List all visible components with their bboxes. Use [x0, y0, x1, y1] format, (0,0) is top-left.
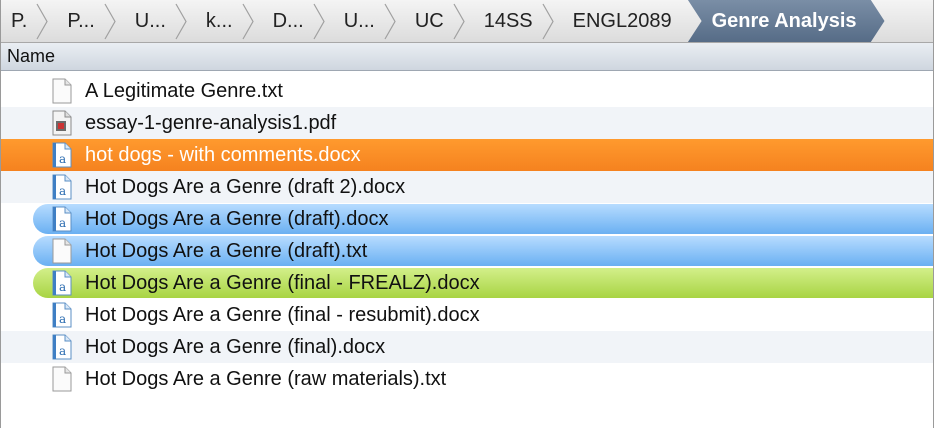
chevron-right-icon [35, 0, 49, 42]
file-name: Hot Dogs Are a Genre (raw materials).txt [85, 367, 447, 390]
file-name: Hot Dogs Are a Genre (draft).docx [85, 207, 389, 230]
file-row[interactable]: Hot Dogs Are a Genre (draft).txt [1, 235, 933, 267]
file-row-selected[interactable]: a hot dogs - with comments.docx [1, 139, 933, 171]
word-document-icon: a [51, 142, 73, 168]
breadcrumb-item-8[interactable]: ENGL2089 [563, 0, 702, 42]
word-document-icon: a [51, 270, 73, 296]
file-row[interactable]: essay-1-genre-analysis1.pdf [1, 107, 933, 139]
file-row[interactable]: a Hot Dogs Are a Genre (final - resubmit… [1, 299, 933, 331]
svg-text:a: a [59, 344, 66, 358]
file-row[interactable]: Hot Dogs Are a Genre (raw materials).txt [1, 363, 933, 395]
breadcrumb-label: ENGL2089 [572, 9, 672, 32]
file-name: Hot Dogs Are a Genre (final - FREALZ).do… [85, 271, 480, 294]
svg-text:a: a [59, 152, 66, 166]
chevron-right-icon [680, 0, 694, 42]
chevron-right-icon [312, 0, 326, 42]
breadcrumb-item-5[interactable]: U... [334, 0, 405, 42]
breadcrumb-label: k... [205, 9, 233, 32]
file-row[interactable]: a Hot Dogs Are a Genre (draft).docx [1, 203, 933, 235]
chevron-right-icon [541, 0, 555, 42]
path-bar: P. P... U... k... D... U... UC 14SS ENGL… [1, 0, 933, 43]
breadcrumb-label: 14SS [483, 9, 533, 32]
column-header-name[interactable]: Name [1, 43, 933, 71]
breadcrumb-item-7[interactable]: 14SS [474, 0, 563, 42]
breadcrumb-item-2[interactable]: U... [125, 0, 196, 42]
breadcrumb-item-0[interactable]: P. [1, 0, 57, 42]
chevron-right-icon [174, 0, 188, 42]
breadcrumb-label: P... [67, 9, 95, 32]
pdf-file-icon [51, 110, 73, 136]
file-name: A Legitimate Genre.txt [85, 79, 283, 102]
breadcrumb-item-6[interactable]: UC [405, 0, 474, 42]
text-file-icon [51, 78, 73, 104]
word-document-icon: a [51, 334, 73, 360]
breadcrumb-label: UC [414, 9, 444, 32]
file-row[interactable]: a Hot Dogs Are a Genre (final - FREALZ).… [1, 267, 933, 299]
breadcrumb-label: D... [272, 9, 304, 32]
breadcrumb-current-label: Genre Analysis [711, 9, 857, 32]
file-row[interactable]: a Hot Dogs Are a Genre (draft 2).docx [1, 171, 933, 203]
file-name: Hot Dogs Are a Genre (final - resubmit).… [85, 303, 480, 326]
chevron-right-icon [103, 0, 117, 42]
file-row[interactable]: A Legitimate Genre.txt [1, 75, 933, 107]
breadcrumb-label: P. [11, 9, 28, 32]
breadcrumb-label: U... [343, 9, 375, 32]
svg-text:a: a [59, 216, 66, 230]
text-file-icon [51, 366, 73, 392]
file-name: Hot Dogs Are a Genre (final).docx [85, 335, 386, 358]
svg-text:a: a [59, 184, 66, 198]
finder-window: P. P... U... k... D... U... UC 14SS ENGL… [0, 0, 934, 428]
text-file-icon [51, 238, 73, 264]
svg-text:a: a [59, 280, 66, 294]
breadcrumb-current[interactable]: Genre Analysis [688, 0, 885, 43]
file-name: essay-1-genre-analysis1.pdf [85, 111, 337, 134]
chevron-right-icon [241, 0, 255, 42]
breadcrumb-item-3[interactable]: k... [196, 0, 263, 42]
breadcrumb-item-1[interactable]: P... [57, 0, 124, 42]
word-document-icon: a [51, 174, 73, 200]
file-list: A Legitimate Genre.txt essay-1-genre-ana… [1, 75, 933, 395]
file-name: hot dogs - with comments.docx [85, 143, 361, 166]
breadcrumb-label: U... [134, 9, 166, 32]
file-name: Hot Dogs Are a Genre (draft).txt [85, 239, 368, 262]
file-name: Hot Dogs Are a Genre (draft 2).docx [85, 175, 406, 198]
word-document-icon: a [51, 302, 73, 328]
column-header-label: Name [7, 46, 56, 66]
word-document-icon: a [51, 206, 73, 232]
file-row[interactable]: a Hot Dogs Are a Genre (final).docx [1, 331, 933, 363]
svg-text:a: a [59, 312, 66, 326]
breadcrumb-item-4[interactable]: D... [263, 0, 334, 42]
chevron-right-icon [383, 0, 397, 42]
chevron-right-icon [452, 0, 466, 42]
